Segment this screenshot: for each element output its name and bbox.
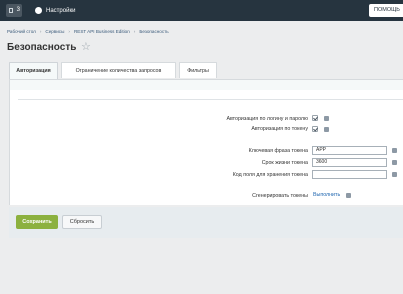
token-field-code-input[interactable] (312, 170, 387, 179)
breadcrumb-separator: › (68, 29, 70, 34)
token-lifetime-input[interactable]: 3600 (312, 158, 387, 167)
gear-icon (36, 8, 41, 13)
page-title: Безопасность (7, 42, 77, 53)
breadcrumb-item-security[interactable]: Безопасность (139, 29, 168, 34)
auth-token-label: Авторизация по токену (251, 126, 308, 132)
breadcrumb-separator: › (39, 29, 42, 34)
help-icon[interactable] (392, 160, 397, 165)
panel-header-strip (10, 80, 403, 90)
help-icon[interactable] (392, 172, 397, 177)
generate-tokens-label: Сгенерировать токены (252, 193, 308, 199)
help-button[interactable]: ПОМОЩЬ (369, 4, 403, 17)
reset-button[interactable]: Сбросить (62, 215, 102, 229)
divider (18, 99, 403, 100)
token-key-phrase-input[interactable]: APP (312, 146, 387, 155)
breadcrumb: Рабочий стол › Сервисы › REST API Business E… (7, 29, 169, 34)
tab-authorization[interactable]: Авторизация (9, 62, 58, 80)
breadcrumb-separator: › (133, 29, 136, 34)
help-icon[interactable] (324, 116, 329, 121)
breadcrumb-item-rest-api[interactable]: REST API Business Edition (74, 29, 130, 34)
settings-button[interactable]: Настройки (36, 6, 75, 16)
tab-request-limits[interactable]: Ограничение количества запросов (61, 62, 176, 78)
grid-icon (9, 8, 13, 13)
help-icon[interactable] (346, 193, 351, 198)
auth-token-checkbox[interactable] (312, 126, 318, 132)
help-icon[interactable] (324, 127, 329, 132)
breadcrumb-item-services[interactable]: Сервисы (45, 29, 64, 34)
settings-panel (9, 79, 403, 205)
help-icon[interactable] (392, 148, 397, 153)
token-lifetime-label: Срок жизни токена (261, 160, 308, 166)
breadcrumb-item-desktop[interactable]: Рабочий стол (7, 29, 36, 34)
notifications-counter[interactable]: 3 (6, 4, 22, 17)
notifications-count: 3 (16, 7, 20, 13)
tab-filters[interactable]: Фильтры (179, 62, 217, 78)
settings-label: Настройки (46, 8, 76, 14)
token-key-phrase-label: Ключевая фраза токена (248, 148, 308, 154)
top-bar: 3 Настройки ПОМОЩЬ (0, 0, 403, 21)
auth-login-password-label: Авторизация по логину и паролю (226, 116, 308, 122)
token-field-code-label: Код поля для хранения токена (232, 172, 308, 178)
save-button[interactable]: Сохранить (16, 215, 58, 229)
star-icon[interactable]: ☆ (81, 41, 91, 53)
generate-tokens-link[interactable]: Выполнить (313, 192, 340, 198)
auth-login-password-checkbox[interactable] (312, 115, 318, 121)
